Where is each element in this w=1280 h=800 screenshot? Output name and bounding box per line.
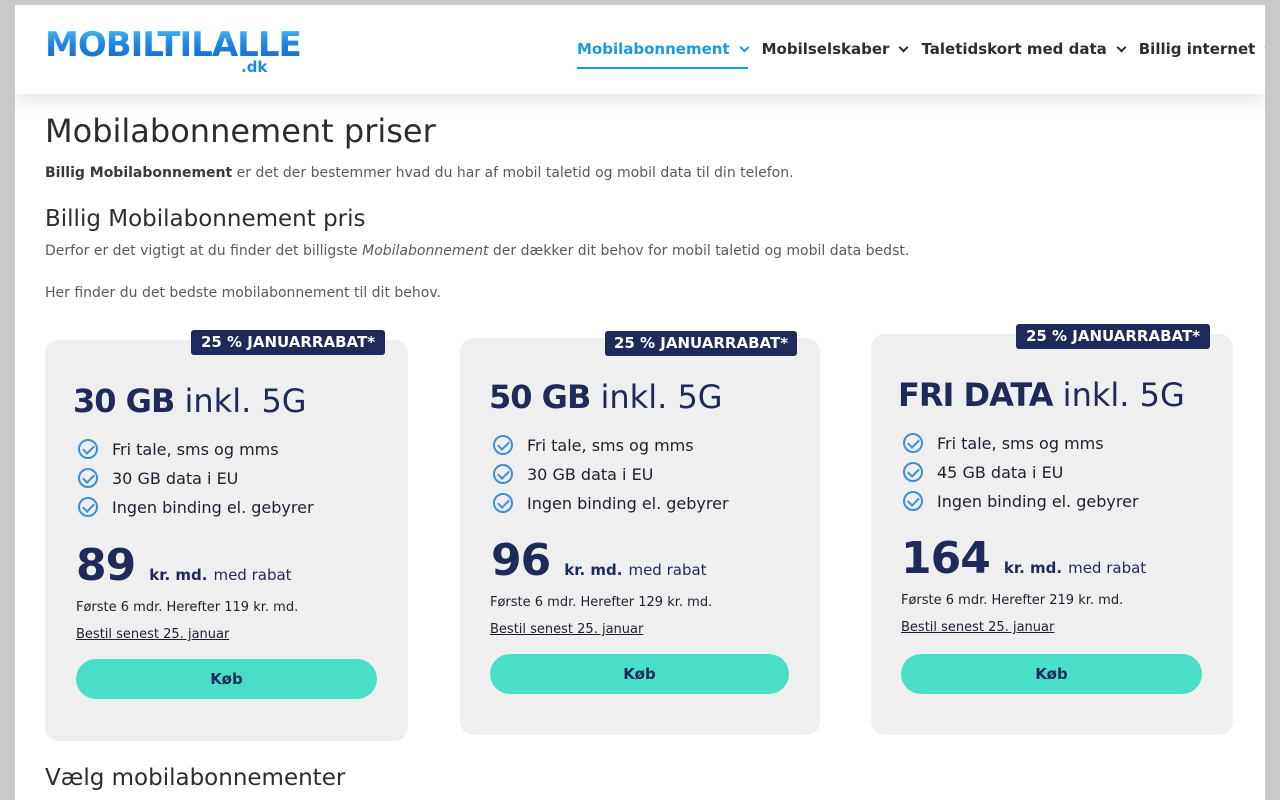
nav-item-label: Taletidskort med data <box>921 40 1107 58</box>
price: 164 kr. md. med rabat <box>901 533 1147 584</box>
nav-item-billig-internet[interactable]: Billig internet <box>1139 38 1265 62</box>
main-content: Mobilabonnement priser Billig Mobilabonn… <box>45 112 1235 303</box>
order-deadline-link[interactable]: Bestil senest 25. januar <box>490 622 643 637</box>
plan-card: 25 % JANUARRABAT* 30 GB inkl. 5G Fri tal… <box>45 330 408 741</box>
buy-button[interactable]: Køb <box>490 654 789 694</box>
nav-item-mobilabonnement[interactable]: Mobilabonnement <box>577 38 750 69</box>
paragraph-emphasis: Mobilabonnement <box>362 243 489 259</box>
intro-paragraph: Billig Mobilabonnement er det der bestem… <box>45 163 1235 183</box>
section-heading: Billig Mobilabonnement pris <box>45 206 366 232</box>
main-nav: Mobilabonnement Mobilselskaber Taletidsk… <box>577 38 1265 70</box>
chevron-down-icon <box>899 42 909 53</box>
buy-button[interactable]: Køb <box>901 654 1202 694</box>
plan-name: 50 GB inkl. 5G <box>489 378 723 416</box>
check-circle-icon <box>903 462 923 482</box>
paragraph-text: Derfor er det vigtigt at du finder det b… <box>45 243 363 259</box>
check-circle-icon <box>78 439 98 459</box>
check-circle-icon <box>903 491 923 511</box>
feature-item: 30 GB data i EU <box>493 464 653 484</box>
plan-card: 25 % JANUARRABAT* 50 GB inkl. 5G Fri tal… <box>460 331 820 735</box>
paragraph-why: Derfor er det vigtigt at du finder det b… <box>45 241 1235 261</box>
site-logo[interactable]: MOBILTILALLE .dk <box>45 25 302 80</box>
order-deadline-link[interactable]: Bestil senest 25. januar <box>901 620 1054 635</box>
intro-bold: Billig Mobilabonnement <box>45 165 233 181</box>
chevron-down-icon <box>1116 42 1127 53</box>
feature-item: 45 GB data i EU <box>903 462 1063 482</box>
feature-item: Fri tale, sms og mms <box>78 439 279 459</box>
check-circle-icon <box>493 464 513 484</box>
nav-item-label: Mobilabonnement <box>577 40 730 58</box>
plan-name: FRI DATA inkl. 5G <box>898 376 1185 414</box>
feature-item: Ingen binding el. gebyrer <box>903 491 1139 511</box>
page: MOBILTILALLE .dk Mobilabonnement Mobilse… <box>15 5 1265 800</box>
nav-item-label: Mobilselskaber <box>761 40 890 58</box>
discount-badge: 25 % JANUARRABAT* <box>1016 324 1210 349</box>
section-heading: Vælg mobilabonnementer <box>45 765 346 791</box>
price-after-note: Første 6 mdr. Herefter 119 kr. md. <box>76 600 299 615</box>
check-circle-icon <box>78 497 98 517</box>
check-circle-icon <box>78 468 98 488</box>
paragraph-text: der dækker dit behov for mobil taletid o… <box>488 243 910 259</box>
check-circle-icon <box>493 493 513 513</box>
page-title: Mobilabonnement priser <box>45 112 436 150</box>
nav-item-mobilselskaber[interactable]: Mobilselskaber <box>761 38 909 62</box>
feature-item: Ingen binding el. gebyrer <box>493 493 729 513</box>
discount-badge: 25 % JANUARRABAT* <box>605 331 797 356</box>
feature-item: Ingen binding el. gebyrer <box>78 497 314 517</box>
price: 96 kr. md. med rabat <box>491 535 707 586</box>
plan-name: 30 GB inkl. 5G <box>73 382 307 420</box>
order-deadline-link[interactable]: Bestil senest 25. januar <box>76 627 229 642</box>
price-after-note: Første 6 mdr. Herefter 129 kr. md. <box>490 595 713 610</box>
plan-card: 25 % JANUARRABAT* FRI DATA inkl. 5G Fri … <box>871 324 1233 735</box>
nav-item-label: Billig internet <box>1138 40 1256 58</box>
check-circle-icon <box>493 435 513 455</box>
feature-item: Fri tale, sms og mms <box>493 435 694 455</box>
price-after-note: Første 6 mdr. Herefter 219 kr. md. <box>901 593 1124 608</box>
site-header: MOBILTILALLE .dk Mobilabonnement Mobilse… <box>15 5 1265 94</box>
check-circle-icon <box>903 433 923 453</box>
discount-badge: 25 % JANUARRABAT* <box>191 330 385 355</box>
buy-button[interactable]: Køb <box>76 659 377 699</box>
feature-item: Fri tale, sms og mms <box>903 433 1104 453</box>
chevron-down-icon <box>739 42 750 53</box>
logo-domain: .dk <box>241 58 268 76</box>
intro-text: er det der bestemmer hvad du har af mobi… <box>232 165 794 181</box>
feature-item: 30 GB data i EU <box>78 468 238 488</box>
paragraph-find: Her finder du det bedste mobilabonnement… <box>45 285 441 301</box>
price: 89 kr. md. med rabat <box>76 540 292 591</box>
nav-item-taletidskort[interactable]: Taletidskort med data <box>921 38 1127 62</box>
